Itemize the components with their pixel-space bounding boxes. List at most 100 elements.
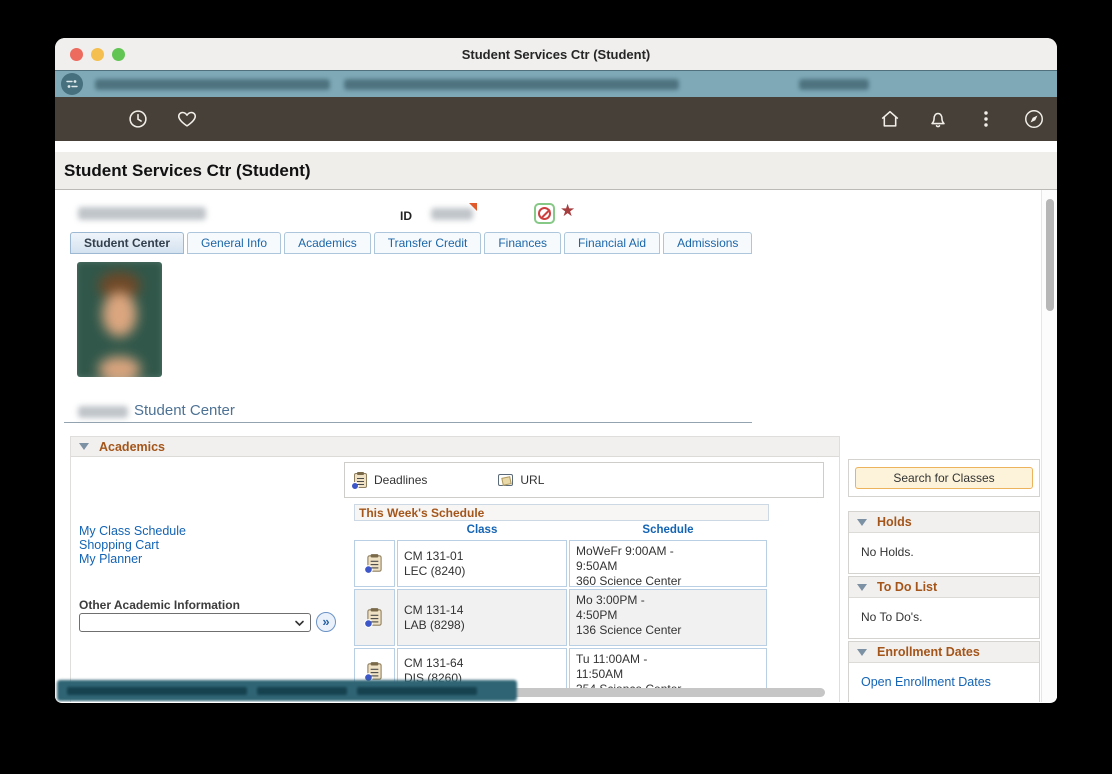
deadlines-calendar-icon — [354, 473, 367, 488]
todo-body: No To Do's. — [849, 598, 1039, 624]
close-window-button[interactable] — [70, 48, 83, 61]
home-icon[interactable] — [879, 108, 901, 130]
search-for-classes-box: Search for Classes — [848, 459, 1040, 497]
browser-window: Student Services Ctr (Student) — [55, 38, 1057, 703]
link-my-planner[interactable]: My Planner — [79, 552, 186, 566]
class-time: Mo 3:00PM - — [576, 593, 762, 608]
page-title: Student Services Ctr (Student) — [64, 161, 311, 181]
heading-text: Student Center — [134, 402, 235, 419]
other-academic-info-row: » — [79, 612, 336, 632]
holds-section-header[interactable]: Holds — [849, 512, 1039, 533]
collapse-triangle-icon[interactable] — [79, 443, 89, 450]
tab-financial-aid[interactable]: Financial Aid — [564, 232, 660, 254]
decorative-banner — [55, 141, 1057, 152]
page-header: Student Services Ctr (Student) — [55, 152, 1057, 190]
enrollment-title: Enrollment Dates — [877, 645, 980, 659]
window-titlebar: Student Services Ctr (Student) — [55, 38, 1057, 70]
url-link[interactable]: URL — [498, 473, 544, 487]
student-id-redacted — [431, 208, 473, 220]
recent-places-clock-icon[interactable] — [127, 108, 149, 130]
link-shopping-cart[interactable]: Shopping Cart — [79, 538, 186, 552]
holds-title: Holds — [877, 515, 912, 529]
page-content: ID ★ Student Center General Info Academi… — [55, 190, 1057, 702]
tab-student-center[interactable]: Student Center — [70, 232, 184, 254]
link-preview-tooltip-redacted — [57, 680, 517, 701]
student-photo — [77, 262, 162, 377]
class-room: 360 Science Center — [576, 574, 762, 589]
open-enrollment-dates-link[interactable]: Open Enrollment Dates — [861, 675, 991, 689]
collapse-triangle-icon[interactable] — [857, 519, 867, 526]
class-time: Tu 11:00AM - — [576, 652, 762, 667]
tab-transfer-credit[interactable]: Transfer Credit — [374, 232, 482, 254]
class-name: CM 131-64 — [404, 656, 566, 671]
enrollment-section-header[interactable]: Enrollment Dates — [849, 642, 1039, 663]
zoom-window-button[interactable] — [112, 48, 125, 61]
tab-admissions[interactable]: Admissions — [663, 232, 752, 254]
class-section: LAB (8298) — [404, 618, 566, 633]
no-related-content-icon[interactable] — [534, 203, 555, 224]
site-settings-icon[interactable] — [61, 73, 83, 95]
column-header-class: Class — [397, 524, 567, 536]
class-name: CM 131-14 — [404, 603, 566, 618]
schedule-toolbar: Deadlines URL — [344, 462, 824, 498]
class-time: MoWeFr 9:00AM - — [576, 544, 762, 559]
academics-panel: Academics My Class Schedule Shopping Car… — [70, 436, 840, 702]
class-time2: 9:50AM — [576, 559, 762, 574]
search-for-classes-button[interactable]: Search for Classes — [855, 467, 1033, 489]
academics-section-title: Academics — [99, 440, 165, 454]
chevron-down-icon — [294, 618, 305, 629]
url-monitor-icon — [498, 474, 513, 486]
student-name-redacted — [78, 207, 206, 220]
vertical-scrollbar[interactable] — [1041, 190, 1057, 702]
class-name: CM 131-01 — [404, 549, 566, 564]
schedule-header-row: Class Schedule — [354, 521, 769, 538]
tab-general-info[interactable]: General Info — [187, 232, 281, 254]
class-section: LEC (8240) — [404, 564, 566, 579]
holds-body: No Holds. — [849, 533, 1039, 559]
academics-section-header[interactable]: Academics — [71, 437, 839, 457]
class-room: 136 Science Center — [576, 623, 762, 638]
record-tabs: Student Center General Info Academics Tr… — [70, 232, 752, 254]
other-academic-info-select[interactable] — [79, 613, 311, 632]
vertical-scrollbar-thumb[interactable] — [1046, 199, 1054, 311]
class-time2: 4:50PM — [576, 608, 762, 623]
id-label: ID — [400, 209, 412, 223]
navbar-compass-icon[interactable] — [1023, 108, 1045, 130]
notifications-bell-icon[interactable] — [927, 108, 949, 130]
enrollment-dates-box: Enrollment Dates Open Enrollment Dates — [848, 641, 1040, 702]
heading-divider — [64, 422, 752, 423]
tune-icon — [65, 77, 79, 91]
toolbar-left-group — [55, 108, 198, 130]
student-firstname-redacted — [78, 406, 128, 418]
collapse-triangle-icon[interactable] — [857, 584, 867, 591]
class-time2: 11:50AM — [576, 667, 762, 682]
todo-section-header[interactable]: To Do List — [849, 577, 1039, 598]
app-toolbar — [55, 97, 1057, 141]
toolbar-right-group — [879, 108, 1057, 130]
schedule-row: CM 131-14 LAB (8298) Mo 3:00PM - 4:50PM … — [354, 589, 769, 646]
todo-box: To Do List No To Do's. — [848, 576, 1040, 639]
deadlines-link[interactable]: Deadlines — [354, 473, 427, 488]
holds-box: Holds No Holds. — [848, 511, 1040, 574]
student-center-heading: Student Center — [78, 402, 235, 419]
more-options-kebab-icon[interactable] — [975, 108, 997, 130]
favorite-star-icon[interactable]: ★ — [560, 201, 575, 221]
weekly-schedule-title: This Week's Schedule — [354, 504, 769, 521]
class-detail-calendar-icon[interactable] — [354, 589, 395, 646]
link-my-class-schedule[interactable]: My Class Schedule — [79, 524, 186, 538]
minimize-window-button[interactable] — [91, 48, 104, 61]
tab-finances[interactable]: Finances — [484, 232, 561, 254]
todo-title: To Do List — [877, 580, 937, 594]
favorites-heart-icon[interactable] — [176, 108, 198, 130]
other-academic-info-label: Other Academic Information — [79, 598, 240, 612]
collapse-triangle-icon[interactable] — [857, 649, 867, 656]
weekly-schedule-table: This Week's Schedule Class Schedule CM 1… — [354, 504, 769, 694]
class-detail-calendar-icon[interactable] — [354, 540, 395, 587]
related-info-marker-icon — [469, 203, 477, 211]
column-header-schedule: Schedule — [569, 524, 767, 536]
url-bar[interactable] — [55, 70, 1057, 97]
traffic-lights — [70, 38, 125, 70]
window-title: Student Services Ctr (Student) — [462, 47, 651, 62]
tab-academics[interactable]: Academics — [284, 232, 371, 254]
go-button[interactable]: » — [316, 612, 336, 632]
